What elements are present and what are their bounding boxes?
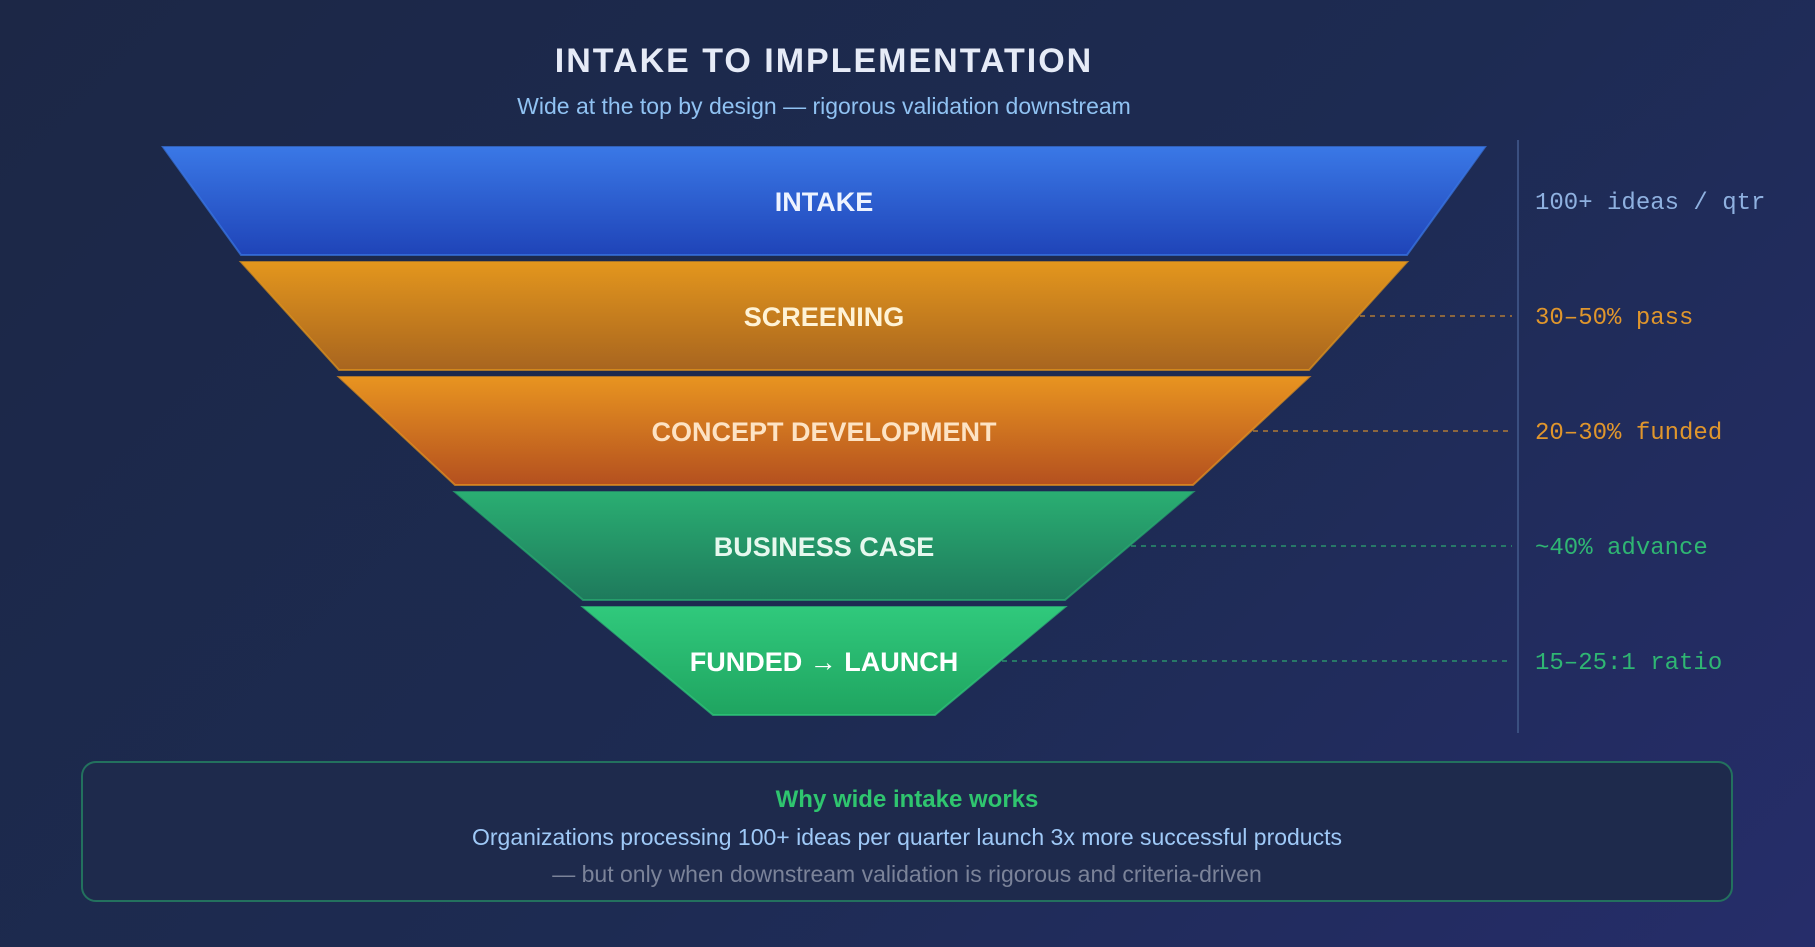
funnel-stage-label: BUSINESS CASE [714,532,935,562]
funnel-stage-label: INTAKE [775,187,874,217]
insight-note-footer: — but only when downstream validation is… [552,861,1262,887]
insight-note-heading: Why wide intake works [776,786,1039,813]
funnel-stage-label: FUNDED → LAUNCH [690,647,958,677]
funnel: INTAKE 100+ ideas / qtr SCREENING 30–50% pa… [161,146,1765,716]
funnel-stage-concept-development: CONCEPT DEVELOPMENT 20–30% funded [336,376,1722,486]
funnel-stage-metric: 15–25:1 ratio [1535,650,1722,677]
funnel-stage-intake: INTAKE 100+ ideas / qtr [161,146,1765,256]
funnel-stage-business-case: BUSINESS CASE ~40% advance [452,491,1708,601]
insight-note-body: Organizations processing 100+ ideas per … [472,824,1342,850]
funnel-stage-label: SCREENING [744,302,905,332]
funnel-diagram: INTAKE TO IMPLEMENTATION Wide at the top… [81,42,1765,902]
funnel-stage-metric: 30–50% pass [1535,305,1693,332]
page-title: INTAKE TO IMPLEMENTATION [555,42,1093,80]
page-subtitle: Wide at the top by design — rigorous val… [517,93,1131,119]
funnel-stage-metric: ~40% advance [1535,535,1708,562]
funnel-stage-label: CONCEPT DEVELOPMENT [651,417,997,447]
insight-note: Why wide intake works Organizations proc… [81,761,1733,902]
funnel-stage-funded-launch: FUNDED → LAUNCH 15–25:1 ratio [580,606,1722,716]
funnel-stage-metric: 20–30% funded [1535,420,1722,447]
funnel-stage-screening: SCREENING 30–50% pass [238,261,1693,371]
funnel-stage-metric: 100+ ideas / qtr [1535,190,1765,217]
